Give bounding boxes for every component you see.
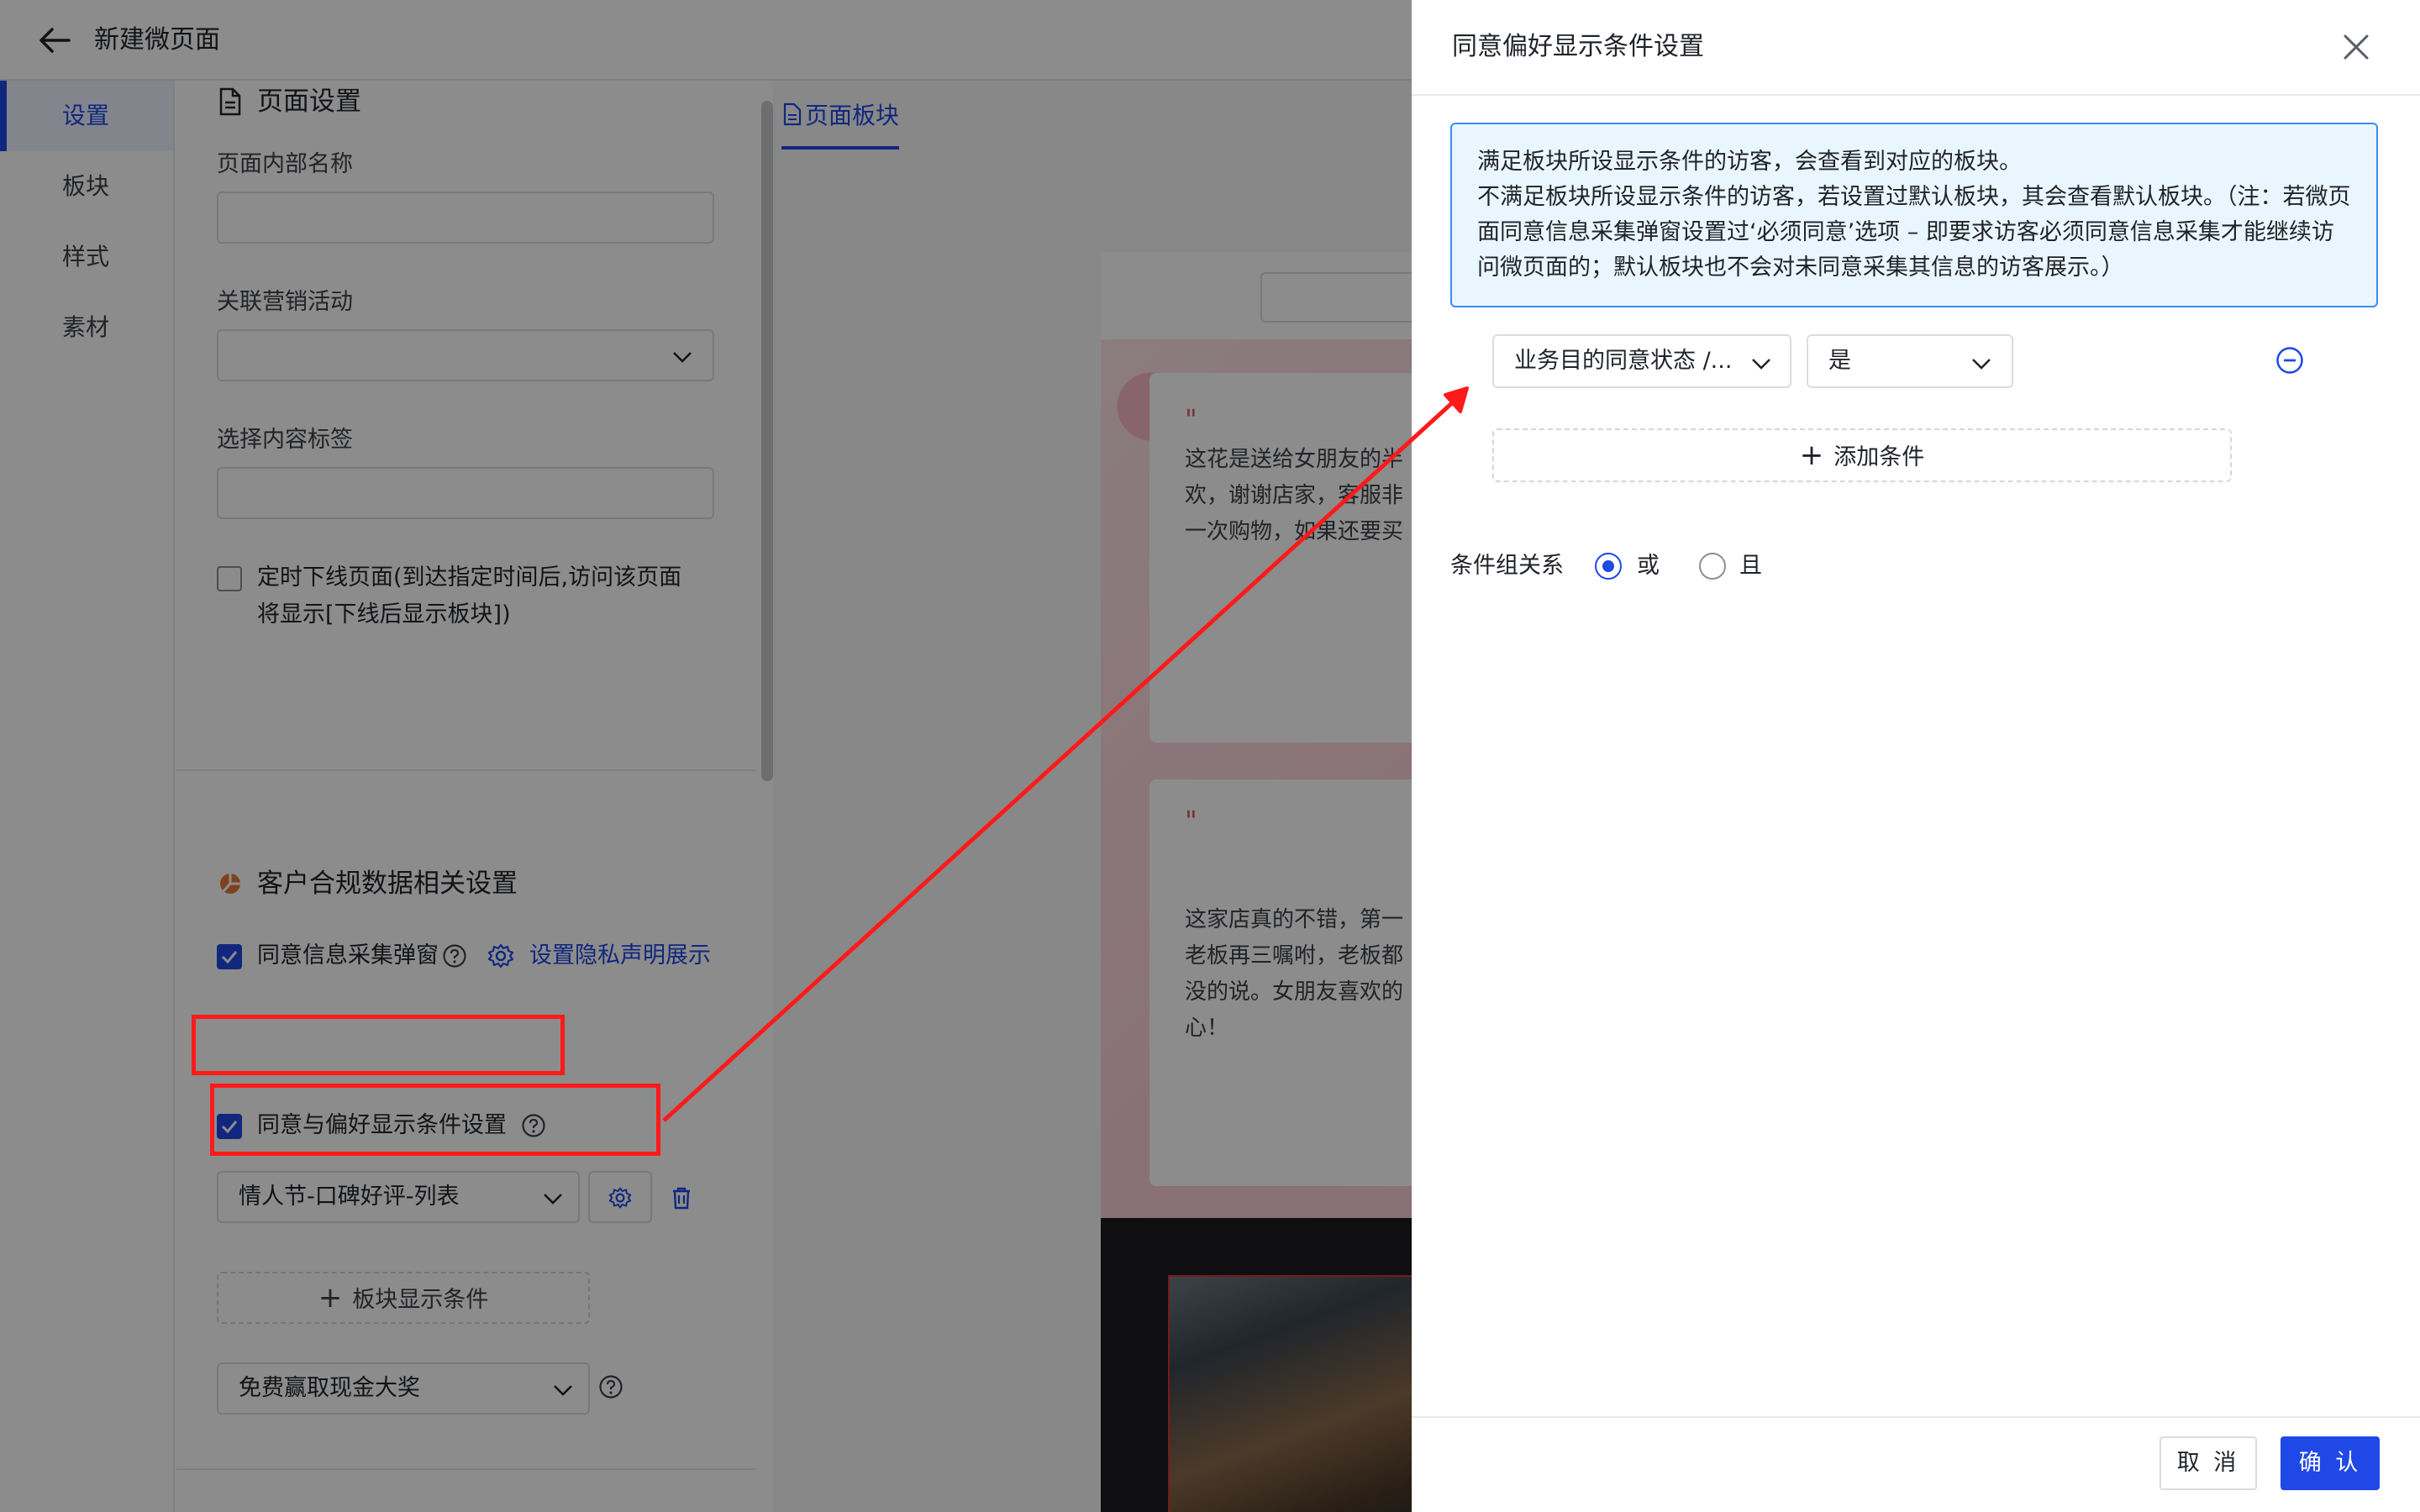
condition-drawer: 同意偏好显示条件设置 满足板块所设显示条件的访客，会查看到对应的板块。 不满足板… [1412,0,2420,1512]
drawer-footer-divider [1412,1416,2420,1418]
relation-and-radio[interactable] [1699,553,1726,580]
drawer-header-divider [1412,94,2420,96]
chevron-down-icon [1752,359,1770,370]
relation-and-label: 且 [1739,553,1762,579]
annotation-box [192,1015,565,1075]
condition-value: 是 [1828,348,1851,374]
drawer-title: 同意偏好显示条件设置 [1452,32,1704,61]
cancel-button[interactable]: 取 消 [2160,1436,2257,1490]
confirm-button[interactable]: 确 认 [2281,1436,2380,1490]
modal-overlay[interactable] [0,0,1412,1512]
remove-circle-icon[interactable] [2275,346,2304,375]
info-notice: 满足板块所设显示条件的访客，会查看到对应的板块。 不满足板块所设显示条件的访客，… [1450,123,2378,307]
add-condition-button[interactable]: + 添加条件 [1492,428,2232,482]
plus-icon: + [1799,438,1824,472]
close-icon[interactable] [2341,32,2371,62]
condition-field-select[interactable]: 业务目的同意状态 /... [1492,334,1791,388]
relation-label: 条件组关系 [1450,553,1564,579]
condition-field-value: 业务目的同意状态 /... [1514,348,1733,374]
relation-or-radio[interactable] [1595,553,1622,580]
notice-line: 不满足板块所设显示条件的访客，若设置过默认板块，其会查看默认板块。（注：若微页面… [1477,184,2351,281]
add-condition-label: 添加条件 [1833,444,1925,470]
condition-value-select[interactable]: 是 [1807,334,2013,388]
notice-line: 满足板块所设显示条件的访客，会查看到对应的板块。 [1477,149,2022,175]
annotation-box [210,1084,660,1156]
relation-or-label: 或 [1637,553,1660,579]
chevron-down-icon [1972,359,1991,370]
